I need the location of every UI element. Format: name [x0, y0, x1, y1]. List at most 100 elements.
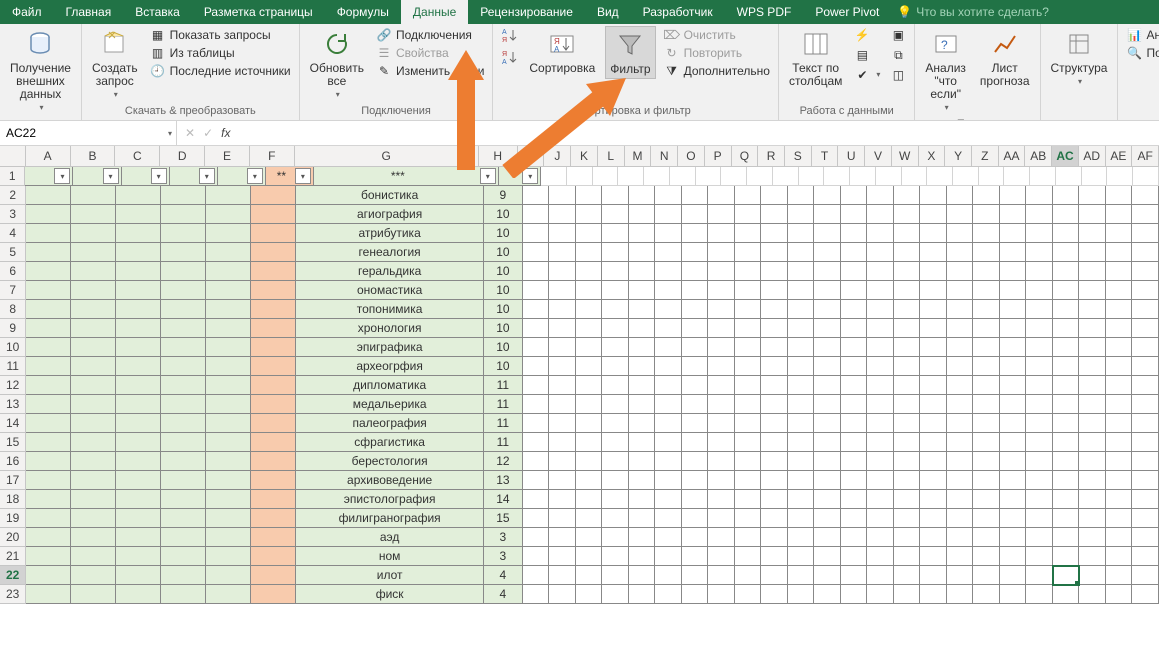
cell[interactable]	[761, 395, 788, 414]
cell[interactable]	[71, 566, 116, 585]
cell[interactable]	[761, 566, 788, 585]
cell[interactable]	[1000, 281, 1027, 300]
cell[interactable]	[26, 566, 71, 585]
cell[interactable]	[708, 262, 735, 281]
cell[interactable]	[1132, 471, 1159, 490]
cell[interactable]	[251, 509, 296, 528]
cell[interactable]	[629, 471, 656, 490]
cell[interactable]	[1079, 414, 1106, 433]
cell[interactable]	[682, 471, 709, 490]
cell[interactable]	[814, 528, 841, 547]
row-header[interactable]: 6	[0, 262, 26, 281]
cell[interactable]	[867, 528, 894, 547]
cell[interactable]	[655, 319, 682, 338]
cell[interactable]	[814, 262, 841, 281]
cell[interactable]: ▾	[25, 167, 73, 186]
text-to-columns-button[interactable]: Текст по столбцам	[785, 26, 846, 90]
cell[interactable]	[523, 319, 550, 338]
cell[interactable]	[761, 376, 788, 395]
cell[interactable]	[629, 433, 656, 452]
cell[interactable]	[251, 262, 296, 281]
cell[interactable]	[867, 490, 894, 509]
cell[interactable]	[206, 585, 251, 604]
cell[interactable]: агиография	[296, 205, 483, 224]
cell[interactable]	[1000, 509, 1027, 528]
tab-developer[interactable]: Разработчик	[631, 0, 725, 24]
cell[interactable]	[26, 547, 71, 566]
tab-view[interactable]: Вид	[585, 0, 631, 24]
cell[interactable]	[71, 243, 116, 262]
cell[interactable]	[549, 490, 576, 509]
cell[interactable]: 10	[484, 281, 523, 300]
cell[interactable]	[841, 471, 868, 490]
cell[interactable]	[206, 452, 251, 471]
cell[interactable]	[788, 490, 815, 509]
cell[interactable]	[920, 471, 947, 490]
cell[interactable]	[979, 167, 1005, 186]
cell[interactable]	[1079, 528, 1106, 547]
cell[interactable]	[788, 357, 815, 376]
cell[interactable]	[947, 224, 974, 243]
cell[interactable]	[116, 433, 161, 452]
cell[interactable]	[708, 300, 735, 319]
cell[interactable]	[523, 547, 550, 566]
cell[interactable]	[696, 167, 722, 186]
tab-file[interactable]: Файл	[0, 0, 54, 24]
cell[interactable]	[1106, 357, 1133, 376]
cell[interactable]	[1079, 281, 1106, 300]
cell[interactable]	[1000, 243, 1027, 262]
cell[interactable]	[161, 319, 206, 338]
cell[interactable]	[576, 509, 603, 528]
cell[interactable]	[1000, 490, 1027, 509]
cell[interactable]	[1106, 281, 1133, 300]
cell[interactable]	[1132, 281, 1159, 300]
cell[interactable]	[549, 528, 576, 547]
cell[interactable]	[1079, 319, 1106, 338]
cell[interactable]	[973, 414, 1000, 433]
cell[interactable]	[761, 243, 788, 262]
tab-home[interactable]: Главная	[54, 0, 124, 24]
cell[interactable]	[576, 243, 603, 262]
cell[interactable]	[1000, 566, 1027, 585]
cell[interactable]	[1106, 566, 1133, 585]
cell[interactable]	[973, 452, 1000, 471]
cell[interactable]	[788, 338, 815, 357]
cell[interactable]	[1079, 376, 1106, 395]
cell[interactable]	[973, 224, 1000, 243]
cell[interactable]	[973, 395, 1000, 414]
cell[interactable]	[1079, 566, 1106, 585]
cell[interactable]	[523, 585, 550, 604]
column-header-S[interactable]: S	[785, 146, 812, 166]
cell[interactable]	[1079, 395, 1106, 414]
column-header-Y[interactable]: Y	[945, 146, 972, 166]
cell[interactable]	[867, 281, 894, 300]
cell[interactable]	[116, 338, 161, 357]
cell[interactable]	[788, 205, 815, 224]
cell[interactable]	[206, 566, 251, 585]
forecast-sheet-button[interactable]: Лист прогноза	[976, 26, 1034, 90]
properties-button[interactable]: ☰Свойства	[374, 44, 486, 62]
cell[interactable]	[655, 414, 682, 433]
cell[interactable]	[735, 224, 762, 243]
cell[interactable]	[788, 452, 815, 471]
cell[interactable]	[206, 281, 251, 300]
cell[interactable]	[920, 338, 947, 357]
column-header-Z[interactable]: Z	[972, 146, 999, 166]
cell[interactable]	[735, 585, 762, 604]
cell[interactable]	[867, 376, 894, 395]
cell[interactable]	[708, 433, 735, 452]
cell[interactable]: 10	[484, 243, 523, 262]
cell[interactable]	[655, 471, 682, 490]
select-all-corner[interactable]	[0, 146, 26, 166]
cell[interactable]	[1053, 281, 1080, 300]
cell[interactable]	[1132, 186, 1159, 205]
cell[interactable]	[251, 338, 296, 357]
column-header-AF[interactable]: AF	[1132, 146, 1159, 166]
cell[interactable]	[1133, 167, 1159, 186]
column-header-I[interactable]: I	[518, 146, 545, 166]
cell[interactable]	[841, 547, 868, 566]
cell[interactable]	[814, 300, 841, 319]
tab-data[interactable]: Данные	[401, 0, 468, 24]
cell[interactable]	[567, 167, 593, 186]
cell[interactable]	[894, 547, 921, 566]
